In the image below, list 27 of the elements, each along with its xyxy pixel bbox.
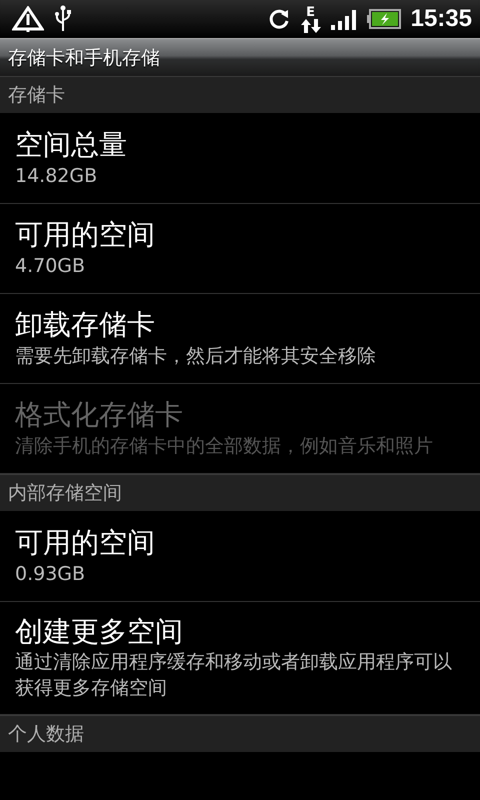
network-type-indicator: E <box>300 6 321 32</box>
screen-title: 存储卡和手机存储 <box>8 46 160 70</box>
signal-icon <box>330 8 357 30</box>
warning-icon <box>12 6 44 32</box>
item-summary: 0.93GB <box>15 562 86 587</box>
section-title: 内部存储空间 <box>8 481 122 506</box>
usb-icon <box>54 5 72 33</box>
sync-icon <box>266 7 291 31</box>
item-summary: 需要先卸载存储卡，然后才能将其安全移除 <box>15 344 377 369</box>
item-summary: 14.82GB <box>15 164 98 189</box>
item-title: 卸载存储卡 <box>15 307 156 344</box>
section-title: 个人数据 <box>8 722 84 747</box>
settings-item[interactable]: 卸载存储卡 需要先卸载存储卡，然后才能将其安全移除 <box>0 294 480 384</box>
item-title: 创建更多空间 <box>15 614 184 650</box>
item-summary: 4.70GB <box>15 254 86 279</box>
item-summary: 通过清除应用程序缓存和移动或者卸载应用程序可以获得更多存储空间 <box>15 650 453 702</box>
section-title: 存储卡 <box>8 83 65 108</box>
item-title: 可用的空间 <box>15 217 156 254</box>
item-title: 可用的空间 <box>15 525 156 562</box>
item-title: 空间总量 <box>15 127 128 164</box>
item-title: 格式化存储卡 <box>15 397 184 434</box>
settings-item[interactable]: 可用的空间 4.70GB <box>0 204 480 294</box>
settings-item[interactable]: 可用的空间 0.93GB <box>0 512 480 602</box>
clock-time: 15:35 <box>410 5 472 33</box>
item-summary: 清除手机的存储卡中的全部数据，例如音乐和照片 <box>15 434 434 459</box>
settings-item[interactable]: 空间总量 14.82GB <box>0 114 480 204</box>
data-arrows-icon <box>300 18 321 32</box>
